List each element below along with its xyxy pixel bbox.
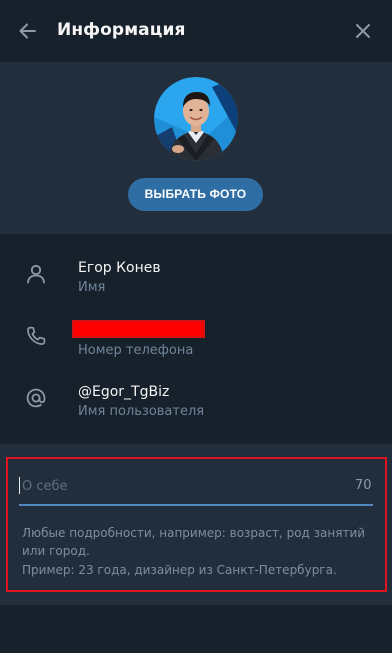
- phone-number-redaction: [72, 320, 205, 338]
- username-value: @Egor_TgBiz: [78, 384, 170, 400]
- username-row[interactable]: @Egor_TgBiz Имя пользователя: [0, 372, 392, 432]
- about-hint-line-3: Пример: 23 года, дизайнер из Санкт-Петер…: [22, 563, 337, 577]
- about-panel: [0, 444, 392, 605]
- name-label: Имя: [78, 280, 106, 295]
- character-counter: 70: [355, 478, 372, 493]
- at-sign-icon: [26, 388, 46, 408]
- back-arrow-icon[interactable]: [18, 21, 38, 41]
- name-value: Егор Конев: [78, 260, 161, 276]
- name-row[interactable]: Егор Конев Имя: [0, 248, 392, 308]
- phone-row[interactable]: Номер телефона: [0, 310, 392, 370]
- input-underline: [19, 504, 373, 506]
- about-input[interactable]: [22, 475, 352, 497]
- avatar-photo-icon: [154, 77, 238, 161]
- choose-photo-button[interactable]: ВЫБРАТЬ ФОТО: [128, 178, 263, 211]
- close-icon[interactable]: [354, 22, 372, 40]
- phone-label: Номер телефона: [78, 343, 194, 358]
- about-section: 70 Любые подробности, например: возраст,…: [0, 442, 392, 653]
- dialog-header: Информация: [0, 0, 392, 62]
- about-hint-line-1: Любые подробности, например: возраст, ро…: [22, 526, 366, 540]
- about-hint-line-2: или город.: [22, 544, 90, 558]
- photo-section: ВЫБРАТЬ ФОТО: [0, 62, 392, 234]
- info-dialog: Информация ВЫБРАТЬ ФОТО Егор Конев Имя Н…: [0, 0, 392, 653]
- profile-info-list: Егор Конев Имя Номер телефона @Egor_TgBi…: [0, 234, 392, 442]
- avatar[interactable]: [154, 77, 238, 161]
- text-cursor: [19, 477, 20, 494]
- username-label: Имя пользователя: [78, 404, 205, 419]
- phone-icon: [27, 326, 46, 345]
- dialog-title: Информация: [57, 20, 186, 40]
- user-icon: [27, 264, 45, 284]
